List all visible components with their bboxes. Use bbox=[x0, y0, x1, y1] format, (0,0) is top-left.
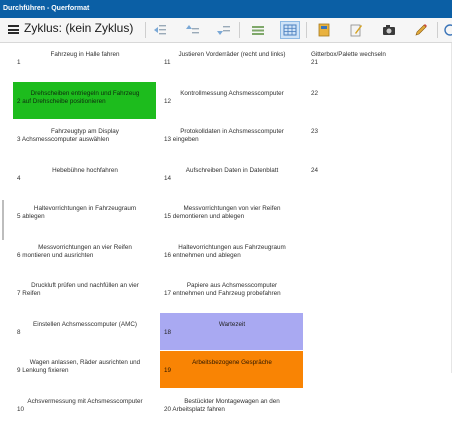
cell-title: Justieren Vorderräder (recht und links) bbox=[178, 51, 286, 58]
toolbar-separator bbox=[145, 22, 146, 38]
cell-number: 14 bbox=[164, 174, 172, 182]
cell-number: 1 bbox=[17, 59, 21, 66]
process-cell[interactable]: 22 bbox=[307, 81, 450, 119]
cell-subtitle: entnehmen und ablegen bbox=[172, 251, 241, 259]
cell-title: Fahrzeugtyp am Display bbox=[51, 128, 119, 135]
window-title: Durchführen - Querformat bbox=[0, 0, 452, 18]
cell-title: Einstellen Achsmesscomputer (AMC) bbox=[33, 320, 137, 328]
process-cell[interactable]: Haltevorrichtungen aus Fahrzeugraum 16 en… bbox=[160, 235, 303, 273]
cell-title: Messvorrichtungen an vier Reifen bbox=[38, 243, 132, 251]
process-cell[interactable]: Wagen anlassen, Räder ausrichten und 9 Le… bbox=[13, 351, 156, 388]
toolbar: Zyklus: (kein Zyklus) bbox=[0, 18, 452, 43]
grid-view-icon[interactable] bbox=[280, 21, 300, 39]
process-cell[interactable]: Messvorrichtungen an vier Reifen 6 montie… bbox=[13, 235, 156, 273]
toolbar-separator bbox=[306, 22, 307, 38]
process-cell[interactable]: Einstellen Achsmesscomputer (AMC) 8 bbox=[13, 312, 156, 350]
cell-number: 17 bbox=[164, 290, 172, 297]
cycle-selector[interactable]: Zyklus: (kein Zyklus) bbox=[24, 21, 133, 35]
cell-title: Bestückter Montagewagen an den bbox=[184, 397, 280, 405]
cell-number: 7 bbox=[17, 290, 21, 297]
cell-number: 3 bbox=[17, 136, 21, 143]
process-cell[interactable]: Papiere aus Achsmesscomputer 17 entnehmen… bbox=[160, 274, 303, 311]
cell-number: 6 bbox=[17, 251, 21, 259]
cell-title: Papiere aus Achsmesscomputer bbox=[186, 282, 278, 289]
process-cell[interactable]: 23 bbox=[307, 120, 450, 157]
cell-number: 10 bbox=[17, 405, 25, 413]
process-cell[interactable]: Drehscheiben entriegeln und Fahrzeug 2 au… bbox=[13, 81, 156, 119]
cell-subtitle: Reifen bbox=[22, 290, 41, 297]
move-up-icon[interactable] bbox=[183, 21, 203, 39]
cell-title: Drehscheiben entriegeln und Fahrzeug bbox=[30, 89, 140, 97]
cell-subtitle: Achsmesscomputer auswählen bbox=[21, 136, 110, 143]
cell-subtitle: montieren und ausrichten bbox=[22, 251, 94, 259]
pencil-icon[interactable] bbox=[411, 21, 431, 39]
cell-subtitle: entnehmen und Fahrzeug probefahren bbox=[172, 290, 281, 297]
toolbar-separator bbox=[437, 22, 438, 38]
cell-number: 22 bbox=[311, 89, 319, 97]
process-cell[interactable]: Justieren Vorderräder (recht und links) 1… bbox=[160, 43, 303, 80]
process-cell[interactable]: Haltevorrichtungen in Fahrzeugraum 5 able… bbox=[13, 197, 156, 234]
process-cell[interactable]: Gitterbox/Palette wechseln 21 bbox=[307, 43, 450, 80]
cell-title: Druckluft prüfen und nachfüllen an vier bbox=[31, 282, 139, 289]
cell-title: Haltevorrichtungen aus Fahrzeugraum bbox=[178, 243, 286, 251]
cell-number: 15 bbox=[164, 213, 172, 220]
cell-title: Messvorrichtungen von vier Reifen bbox=[183, 205, 281, 212]
list-view-icon[interactable] bbox=[248, 21, 268, 39]
cell-subtitle: eingeben bbox=[172, 136, 199, 143]
cell-number: 16 bbox=[164, 251, 172, 259]
cell-number: 5 bbox=[17, 213, 21, 220]
process-cell[interactable]: Druckluft prüfen und nachfüllen an vier 7… bbox=[13, 274, 156, 311]
cell-subtitle: Arbeitsplatz fahren bbox=[172, 405, 225, 413]
cell-number: 13 bbox=[164, 136, 172, 143]
hamburger-menu-icon[interactable] bbox=[8, 25, 19, 34]
cell-number: 24 bbox=[311, 166, 319, 174]
toolbar-separator bbox=[239, 22, 240, 38]
cell-title: Aufschreiben Daten in Datenblatt bbox=[185, 166, 279, 174]
move-down-icon[interactable] bbox=[214, 21, 234, 39]
edit-document-icon[interactable] bbox=[346, 21, 366, 39]
cell-number: 8 bbox=[17, 328, 21, 336]
process-cell[interactable]: Hebebühne hochfahren 4 bbox=[13, 158, 156, 196]
cell-number: 18 bbox=[164, 328, 172, 336]
cell-number: 4 bbox=[17, 174, 21, 182]
process-cell[interactable]: Achsvermessung mit Achsmesscomputer 10 bbox=[13, 389, 156, 427]
camera-icon[interactable] bbox=[379, 21, 399, 39]
process-cell[interactable]: Aufschreiben Daten in Datenblatt 14 bbox=[160, 158, 303, 196]
cell-title: Hebebühne hochfahren bbox=[52, 166, 118, 174]
cell-title: Kontrollmessung Achsmesscomputer bbox=[180, 89, 284, 97]
cell-title: Fahrzeug in Halle fahren bbox=[50, 51, 120, 58]
splitter-handle[interactable] bbox=[2, 200, 4, 240]
process-cell[interactable]: Arbeitsbezogene Gespräche 19 bbox=[160, 351, 303, 388]
cell-number: 11 bbox=[164, 59, 171, 66]
cell-title: Protokolldaten in Achsmesscomputer bbox=[180, 128, 284, 135]
cell-number: 21 bbox=[311, 59, 319, 66]
process-cell[interactable]: Wartezeit 18 bbox=[160, 312, 303, 350]
cell-subtitle: auf Drehscheibe positionieren bbox=[22, 97, 106, 105]
indent-left-icon[interactable] bbox=[150, 21, 170, 39]
process-cell[interactable]: Messvorrichtungen von vier Reifen 15 demo… bbox=[160, 197, 303, 234]
cell-number: 2 bbox=[17, 97, 21, 105]
cell-title: Wagen anlassen, Räder ausrichten und bbox=[29, 359, 141, 366]
process-cell[interactable]: Bestückter Montagewagen an den 20 Arbeits… bbox=[160, 389, 303, 427]
process-cell[interactable]: Fahrzeug in Halle fahren 1 bbox=[13, 43, 156, 80]
cell-title: Wartezeit bbox=[218, 320, 246, 328]
process-cell[interactable]: 24 bbox=[307, 158, 450, 196]
process-cell[interactable]: Protokolldaten in Achsmesscomputer 13 ein… bbox=[160, 120, 303, 157]
more-icon[interactable] bbox=[440, 21, 452, 39]
cell-number: 12 bbox=[164, 97, 172, 105]
cell-title: Gitterbox/Palette wechseln bbox=[311, 51, 386, 58]
cell-number: 23 bbox=[311, 128, 319, 135]
cell-title: Haltevorrichtungen in Fahrzeugraum bbox=[33, 205, 137, 212]
cell-subtitle: ablegen bbox=[22, 213, 45, 220]
book-icon[interactable] bbox=[314, 21, 334, 39]
cell-number: 20 bbox=[164, 405, 172, 413]
cell-title: Arbeitsbezogene Gespräche bbox=[192, 359, 272, 366]
cell-subtitle: demontieren und ablegen bbox=[172, 213, 245, 220]
cell-title: Achsvermessung mit Achsmesscomputer bbox=[27, 397, 143, 405]
process-cell[interactable]: Fahrzeugtyp am Display 3 Achsmesscomputer… bbox=[13, 120, 156, 157]
process-cell[interactable]: Kontrollmessung Achsmesscomputer 12 bbox=[160, 81, 303, 119]
